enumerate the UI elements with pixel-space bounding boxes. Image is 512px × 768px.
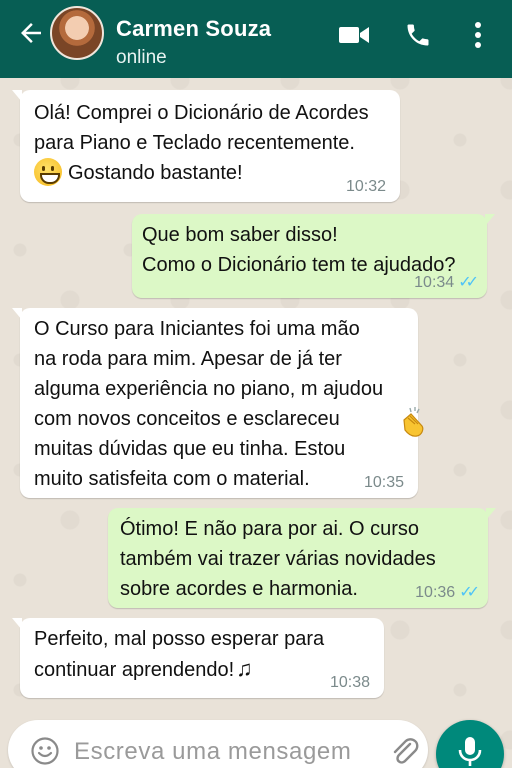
- message-time: 10:35: [363, 474, 404, 491]
- clapping-hands-icon: [398, 406, 428, 438]
- read-ticks-icon: ✓✓: [459, 584, 480, 601]
- grinning-face-icon: [34, 158, 62, 186]
- message-text-line: Que bom saber disso!: [142, 224, 338, 246]
- music-note-icon: ♫: [236, 656, 253, 681]
- message-time: 10:38: [329, 674, 370, 691]
- message-text: Gostando bastante!: [68, 162, 243, 184]
- attach-paperclip-icon[interactable]: [388, 734, 420, 768]
- message-time: 10:36: [415, 584, 456, 601]
- message-incoming[interactable]: Olá! Comprei o Dicionário de Acordes par…: [12, 90, 400, 202]
- message-text-line: Olá! Comprei o Dicionário de Acordes: [34, 102, 369, 124]
- message-outgoing[interactable]: Ótimo! E não para por ai. O curso também…: [108, 508, 496, 608]
- message-text-line: com novos conceitos e esclareceu: [34, 408, 340, 430]
- message-text-line: para Piano e Teclado recentemente.: [34, 132, 355, 154]
- message-composer: [8, 720, 428, 768]
- read-ticks-icon: ✓✓: [458, 274, 479, 291]
- message-text-line: muito satisfeita com o material.: [34, 468, 310, 490]
- message-text-line-with-emoji: Gostando bastante!: [34, 158, 386, 188]
- message-text-line: alguma experiência no piano, m ajudou: [34, 378, 384, 400]
- video-call-icon[interactable]: [336, 20, 372, 50]
- more-vert-icon[interactable]: [468, 20, 488, 50]
- message-input[interactable]: [74, 736, 374, 768]
- contact-status: online: [116, 47, 167, 68]
- message-time: 10:32: [345, 178, 386, 195]
- chat-header: Carmen Souza online: [0, 0, 512, 78]
- message-text: continuar aprendendo!: [34, 659, 235, 681]
- message-text-line: O Curso para Iniciantes foi uma mão: [34, 318, 360, 340]
- message-incoming[interactable]: Perfeito, mal posso esperar para continu…: [12, 618, 384, 698]
- message-text-line: Ótimo! E não para por ai. O curso: [120, 518, 420, 540]
- microphone-icon: [456, 735, 484, 768]
- message-text-line: Perfeito, mal posso esperar para: [34, 628, 325, 650]
- message-incoming[interactable]: O Curso para Iniciantes foi uma mão na r…: [12, 308, 424, 498]
- phone-icon[interactable]: [402, 20, 434, 50]
- message-text-line-with-emoji: continuar aprendendo!♫: [34, 654, 370, 685]
- message-text-line: na roda para mim. Apesar de já ter: [34, 348, 342, 370]
- message-outgoing[interactable]: Que bom saber disso! Como o Dicionário t…: [132, 214, 495, 298]
- message-time-status: 10:36 ✓✓: [415, 584, 480, 602]
- message-time-status: 10:34 ✓✓: [414, 274, 479, 292]
- avatar[interactable]: [50, 6, 104, 60]
- message-text-line: muitas dúvidas que eu tinha. Estou: [34, 438, 346, 460]
- back-arrow-icon[interactable]: [14, 16, 48, 50]
- message-time: 10:34: [414, 274, 455, 291]
- message-text-line: também vai trazer várias novidades: [120, 548, 436, 570]
- emoji-smiley-icon[interactable]: [30, 736, 60, 766]
- contact-name[interactable]: Carmen Souza: [116, 16, 271, 42]
